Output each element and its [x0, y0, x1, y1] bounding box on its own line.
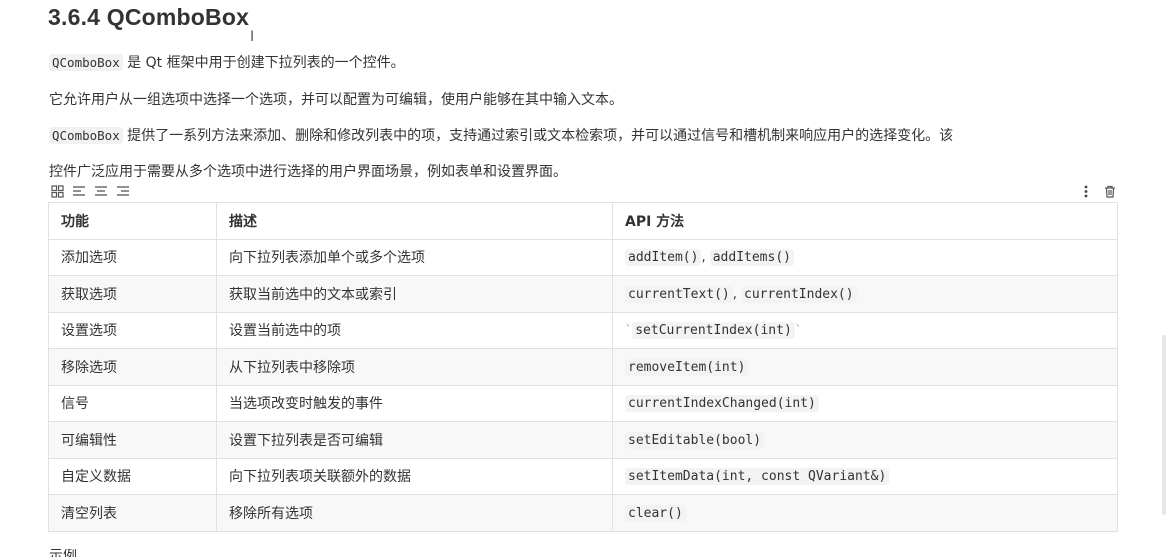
align-left-icon[interactable]: [71, 183, 87, 199]
cell-description[interactable]: 设置当前选中的项: [216, 311, 613, 349]
table-row: 获取选项 获取当前选中的文本或索引 currentText(), current…: [48, 275, 1118, 313]
more-vertical-icon[interactable]: [1078, 183, 1094, 199]
api-code: currentIndex(): [741, 285, 857, 303]
paragraph-usage: 它允许用户从一组选项中选择一个选项，并可以配置为可编辑，使用户能够在其中输入文本…: [49, 92, 623, 108]
api-separator: ,: [701, 250, 710, 266]
cell-description[interactable]: 向下拉列表项关联额外的数据: [216, 457, 613, 495]
trash-icon[interactable]: [1102, 183, 1118, 199]
scrollbar[interactable]: [1162, 335, 1166, 515]
column-header-feature[interactable]: 功能: [48, 202, 217, 240]
cell-api[interactable]: clear(): [612, 494, 1118, 532]
align-right-icon[interactable]: [115, 183, 131, 199]
table-row: 清空列表 移除所有选项 clear(): [48, 494, 1118, 532]
api-code: addItems(): [709, 249, 794, 267]
cell-description[interactable]: 向下拉列表添加单个或多个选项: [216, 238, 613, 276]
cell-description[interactable]: 设置下拉列表是否可编辑: [216, 421, 613, 459]
api-code: setEditable(bool): [625, 431, 765, 449]
align-center-icon[interactable]: [93, 183, 109, 199]
cell-feature[interactable]: 信号: [48, 384, 217, 422]
inline-code: QComboBox: [49, 54, 123, 71]
cell-api[interactable]: setItemData(int, const QVariant&): [612, 457, 1118, 495]
paragraph-methods: QComboBox 提供了一系列方法来添加、删除和修改列表中的项，支持通过索引或…: [49, 126, 953, 146]
paragraph-text: 是 Qt 框架中用于创建下拉列表的一个控件。: [122, 55, 405, 71]
cell-feature[interactable]: 自定义数据: [48, 457, 217, 495]
cell-api[interactable]: currentText(), currentIndex(): [612, 275, 1118, 313]
section-heading: 3.6.4 QComboBox: [48, 4, 250, 30]
table-grid-icon[interactable]: [49, 183, 65, 199]
table-header-row: 功能 描述 API 方法: [48, 202, 1118, 240]
cell-description[interactable]: 从下拉列表中移除项: [216, 348, 613, 386]
api-code: removeItem(int): [625, 358, 749, 376]
cell-description[interactable]: 获取当前选中的文本或索引: [216, 275, 613, 313]
table-row: 可编辑性 设置下拉列表是否可编辑 setEditable(bool): [48, 421, 1118, 459]
column-header-description[interactable]: 描述: [216, 202, 613, 240]
table-toolbar-actions: [1078, 183, 1118, 199]
cell-api[interactable]: addItem(), addItems(): [612, 238, 1118, 276]
cell-feature[interactable]: 移除选项: [48, 348, 217, 386]
table-row: 信号 当选项改变时触发的事件 currentIndexChanged(int): [48, 384, 1118, 422]
table-toolbar: [49, 183, 131, 199]
table-row: 设置选项 设置当前选中的项 ` setCurrentIndex(int) `: [48, 311, 1118, 349]
inline-code: QComboBox: [49, 127, 123, 144]
cell-api[interactable]: ` setCurrentIndex(int) `: [612, 311, 1118, 349]
cell-feature[interactable]: 清空列表: [48, 494, 217, 532]
api-code: setItemData(int, const QVariant&): [625, 468, 890, 486]
cell-api[interactable]: setEditable(bool): [612, 421, 1118, 459]
api-code: setCurrentIndex(int): [632, 322, 795, 340]
text-cursor-icon: I: [250, 29, 255, 45]
cell-api[interactable]: currentIndexChanged(int): [612, 384, 1118, 422]
paragraph-intro: QComboBox 是 Qt 框架中用于创建下拉列表的一个控件。: [49, 53, 405, 73]
cell-description[interactable]: 移除所有选项: [216, 494, 613, 532]
cell-description[interactable]: 当选项改变时触发的事件: [216, 384, 613, 422]
api-code: addItem(): [625, 249, 702, 267]
api-code: currentIndexChanged(int): [625, 395, 819, 413]
backtick: `: [794, 323, 803, 338]
table-row: 移除选项 从下拉列表中移除项 removeItem(int): [48, 348, 1118, 386]
paragraph-applications: 控件广泛应用于需要从多个选项中进行选择的用户界面场景，例如表单和设置界面。: [49, 164, 567, 180]
cell-feature[interactable]: 添加选项: [48, 238, 217, 276]
api-table: 功能 描述 API 方法 添加选项 向下拉列表添加单个或多个选项 addItem…: [48, 202, 1118, 532]
cell-feature[interactable]: 可编辑性: [48, 421, 217, 459]
cell-feature[interactable]: 设置选项: [48, 311, 217, 349]
paragraph-text: 提供了一系列方法来添加、删除和修改列表中的项，支持通过索引或文本检索项，并可以通…: [122, 128, 954, 144]
api-code: clear(): [625, 504, 686, 522]
column-header-api[interactable]: API 方法: [612, 202, 1118, 240]
api-separator: ,: [732, 286, 742, 302]
table-row: 自定义数据 向下拉列表项关联额外的数据 setItemData(int, con…: [48, 457, 1118, 495]
cell-feature[interactable]: 获取选项: [48, 275, 217, 313]
cell-api[interactable]: removeItem(int): [612, 348, 1118, 386]
table-row: 添加选项 向下拉列表添加单个或多个选项 addItem(), addItems(…: [48, 238, 1118, 276]
api-code: currentText(): [625, 285, 733, 303]
